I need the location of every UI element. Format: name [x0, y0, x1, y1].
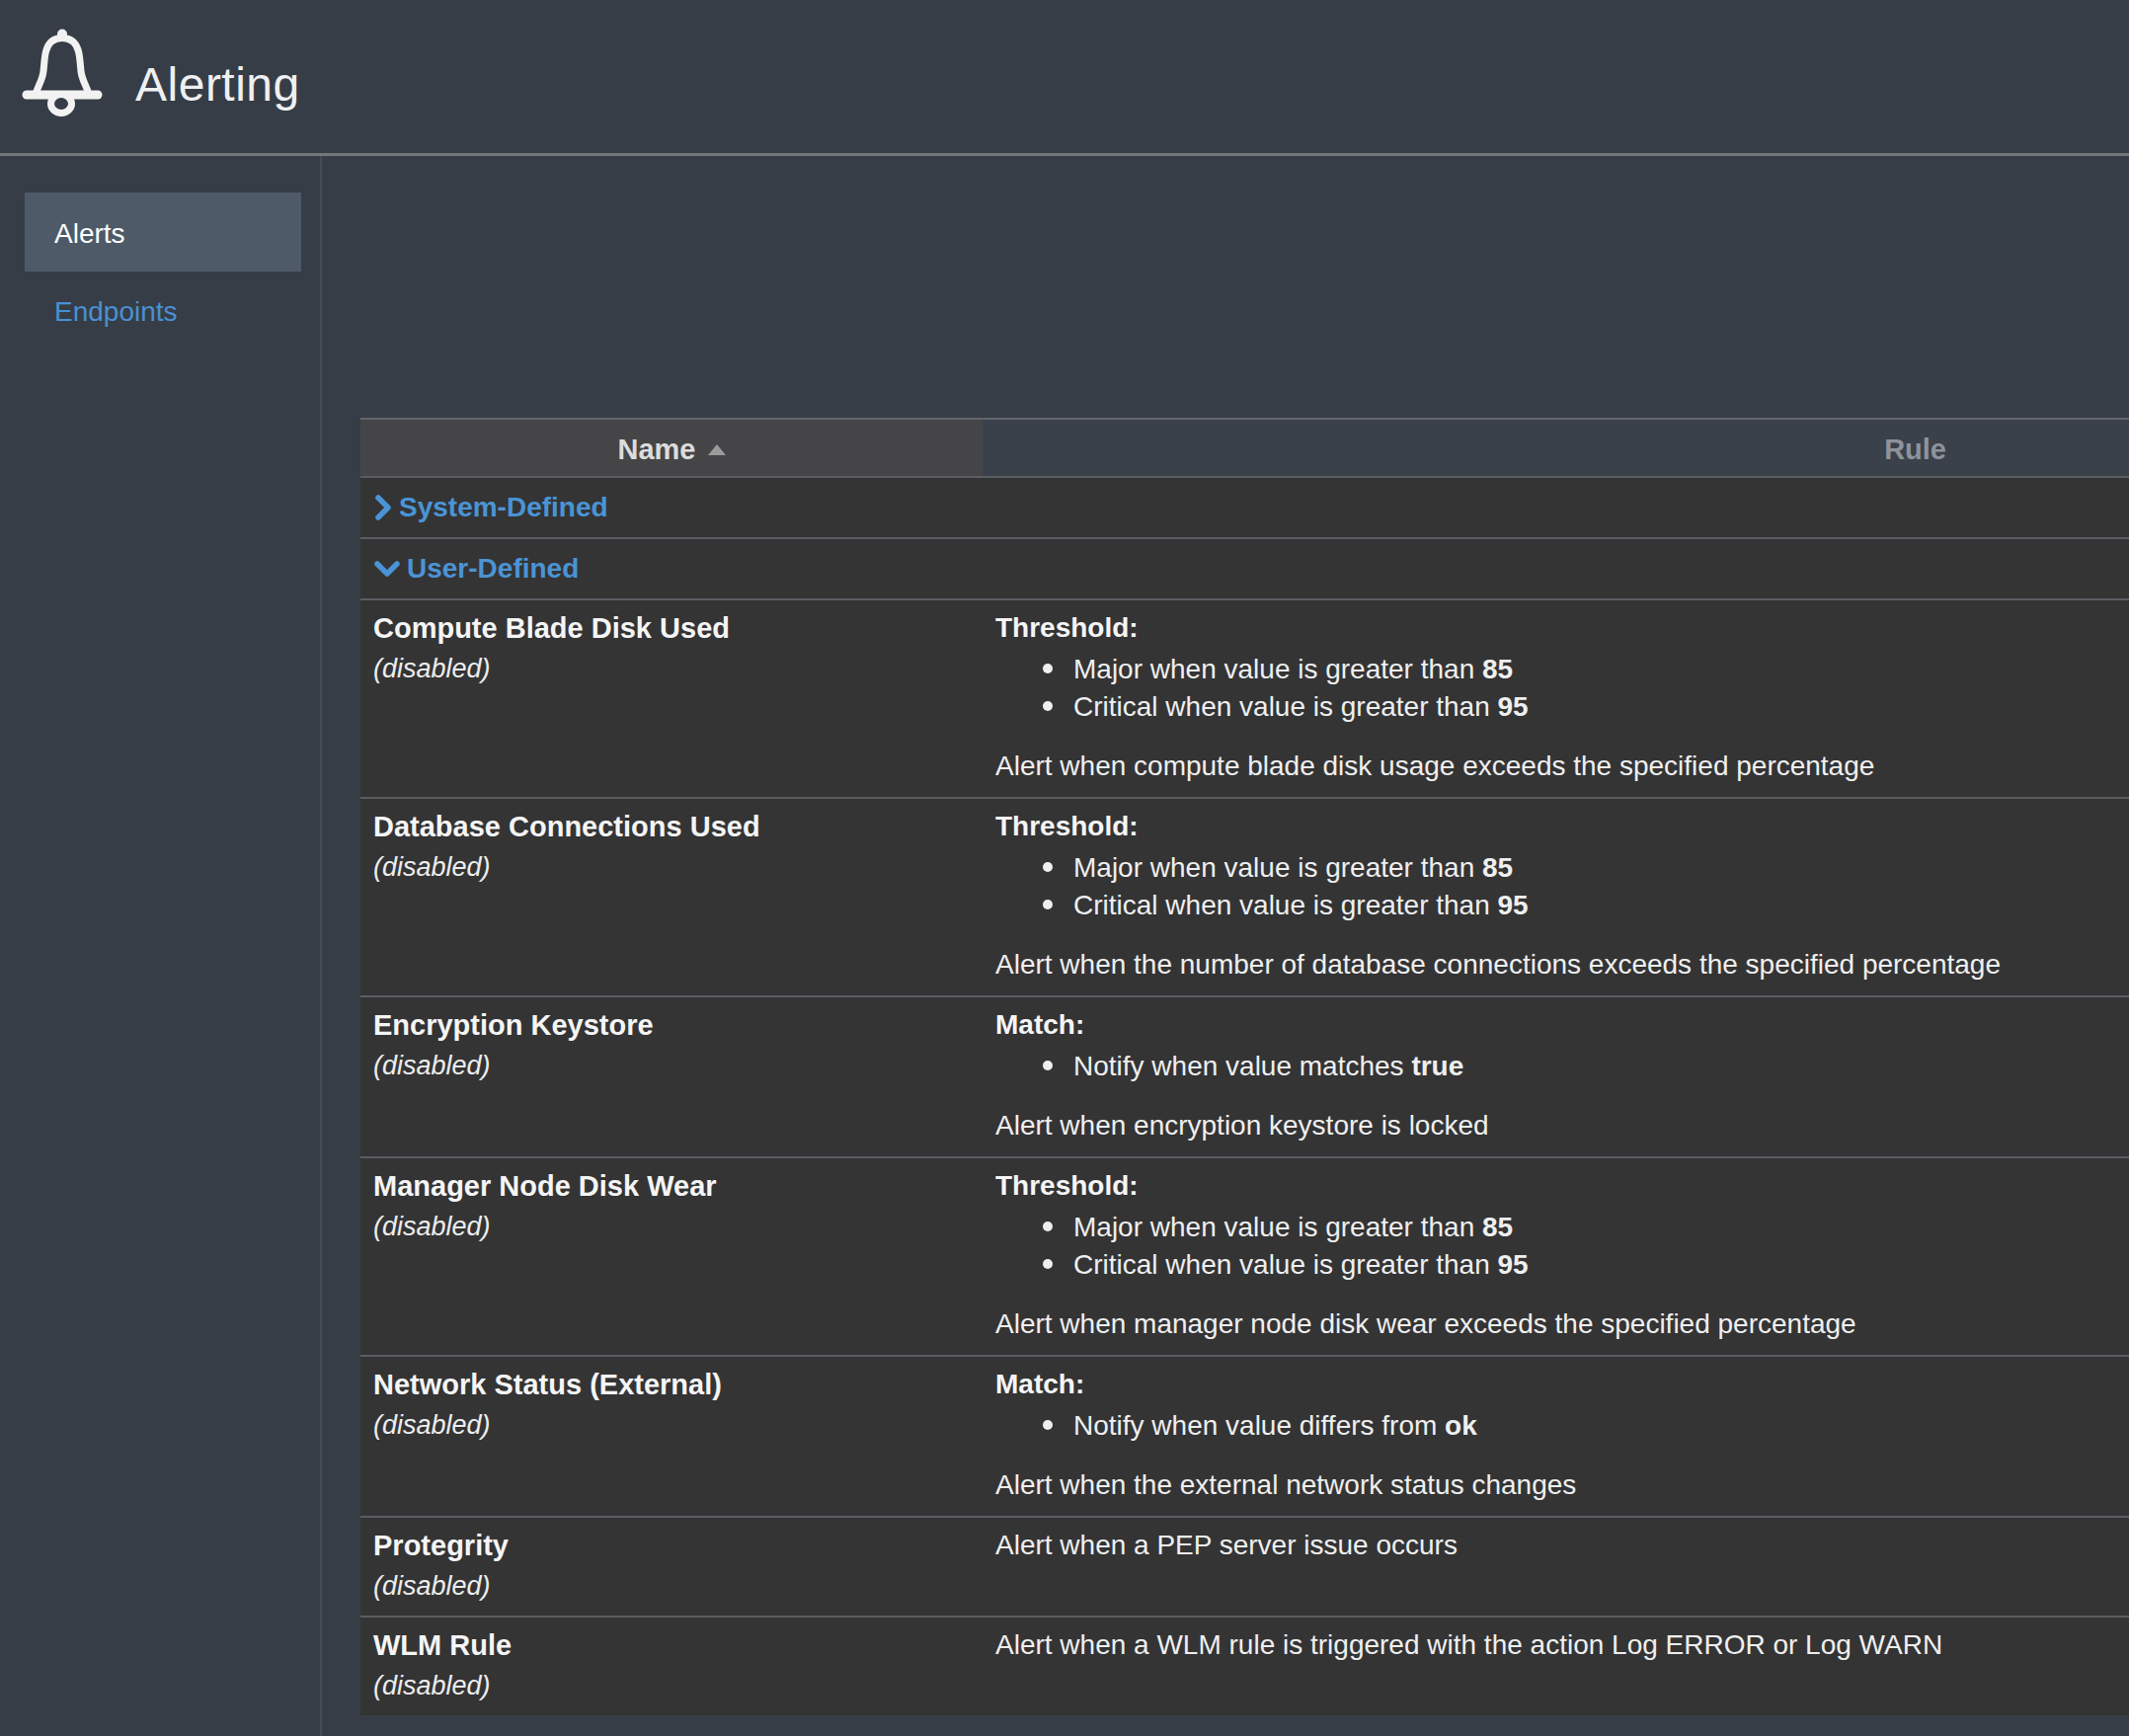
alert-name: Database Connections Used — [373, 807, 973, 846]
section-row-system-defined[interactable]: System-Defined — [360, 478, 2129, 537]
rule-summary: Alert when the number of database connec… — [995, 946, 2099, 984]
rule-type-label: Threshold: — [995, 807, 2099, 846]
chevron-right-icon — [373, 494, 393, 521]
sidebar-item-label: Alerts — [54, 218, 125, 250]
alert-rule-cell: Threshold:Major when value is greater th… — [983, 1158, 2129, 1355]
table-row[interactable]: Network Status (External)(disabled)Match… — [360, 1357, 2129, 1516]
alert-status: (disabled) — [373, 648, 973, 689]
rule-condition: Major when value is greater than 85 — [995, 849, 2099, 887]
alert-status: (disabled) — [373, 1404, 973, 1446]
alert-status: (disabled) — [373, 1045, 973, 1086]
alert-name-cell: Database Connections Used(disabled) — [360, 799, 983, 995]
sidebar-divider — [320, 156, 322, 1736]
rule-conditions: Major when value is greater than 85Criti… — [995, 849, 2099, 924]
table-row[interactable]: Compute Blade Disk Used(disabled)Thresho… — [360, 600, 2129, 797]
rule-type-label: Match: — [995, 1365, 2099, 1404]
alert-status: (disabled) — [373, 846, 973, 888]
table-row[interactable]: Database Connections Used(disabled)Thres… — [360, 799, 2129, 995]
rule-condition: Major when value is greater than 85 — [995, 651, 2099, 688]
rule-condition: Notify when value matches true — [995, 1048, 2099, 1085]
table-row[interactable]: WLM Rule(disabled) Alert when a WLM rule … — [360, 1618, 2129, 1715]
sidebar-item-label: Endpoints — [54, 296, 178, 327]
rule-summary: Alert when compute blade disk usage exce… — [995, 748, 2099, 785]
table-body: System-Defined User-Defined Compute Blade … — [360, 478, 2129, 1715]
section-label: System-Defined — [399, 492, 608, 523]
bell-icon — [22, 28, 103, 128]
alert-rule-cell: Alert when a PEP server issue occurs — [983, 1518, 2129, 1616]
rule-summary: Alert when the external network status c… — [995, 1466, 2099, 1504]
rule-summary: Alert when a WLM rule is triggered with … — [995, 1625, 2099, 1665]
alert-rule-cell: Match:Notify when value differs from ok A… — [983, 1357, 2129, 1516]
column-header-rule[interactable]: Rule — [983, 420, 2129, 476]
rule-summary: Alert when manager node disk wear exceed… — [995, 1305, 2099, 1343]
alert-status: (disabled) — [373, 1665, 973, 1706]
alert-rule-cell: Threshold:Major when value is greater th… — [983, 600, 2129, 797]
table-header: Name Rule — [360, 420, 2129, 476]
sidebar-item-endpoints[interactable]: Endpoints — [54, 296, 178, 328]
rule-condition: Major when value is greater than 85 — [995, 1209, 2099, 1246]
alert-name-cell: Network Status (External)(disabled) — [360, 1357, 983, 1516]
section-label: User-Defined — [407, 553, 579, 585]
alert-name: Network Status (External) — [373, 1365, 973, 1404]
table-row[interactable]: Encryption Keystore(disabled)Match:Notif… — [360, 997, 2129, 1156]
alert-rule-cell: Threshold:Major when value is greater th… — [983, 799, 2129, 995]
table-row[interactable]: Protegrity(disabled) Alert when a PEP ser… — [360, 1518, 2129, 1616]
column-header-name-label: Name — [618, 434, 696, 466]
column-header-name[interactable]: Name — [360, 420, 983, 476]
rule-conditions: Major when value is greater than 85Criti… — [995, 651, 2099, 726]
rule-condition: Critical when value is greater than 95 — [995, 688, 2099, 726]
alert-name-cell: Protegrity(disabled) — [360, 1518, 983, 1616]
rule-conditions: Notify when value matches true — [995, 1048, 2099, 1085]
alert-name-cell: WLM Rule(disabled) — [360, 1618, 983, 1715]
rule-conditions: Major when value is greater than 85Criti… — [995, 1209, 2099, 1284]
sidebar: Alerts Endpoints — [0, 156, 320, 1736]
rule-type-label: Threshold: — [995, 1166, 2099, 1206]
alert-name: WLM Rule — [373, 1625, 973, 1665]
alert-status: (disabled) — [373, 1565, 973, 1607]
rule-type-label: Match: — [995, 1005, 2099, 1045]
table-row[interactable]: Manager Node Disk Wear(disabled)Threshol… — [360, 1158, 2129, 1355]
rule-conditions: Notify when value differs from ok — [995, 1407, 2099, 1445]
sidebar-item-alerts[interactable]: Alerts — [25, 193, 301, 272]
section-row-user-defined[interactable]: User-Defined — [360, 539, 2129, 598]
alert-name-cell: Compute Blade Disk Used(disabled) — [360, 600, 983, 797]
sort-asc-icon — [708, 444, 726, 455]
rule-type-label: Threshold: — [995, 608, 2099, 648]
rule-condition: Critical when value is greater than 95 — [995, 1246, 2099, 1284]
alert-name: Manager Node Disk Wear — [373, 1166, 973, 1206]
alert-name: Protegrity — [373, 1526, 973, 1565]
alert-name-cell: Manager Node Disk Wear(disabled) — [360, 1158, 983, 1355]
rule-condition: Notify when value differs from ok — [995, 1407, 2099, 1445]
rule-summary: Alert when encryption keystore is locked — [995, 1107, 2099, 1144]
alert-rule-cell: Alert when a WLM rule is triggered with … — [983, 1618, 2129, 1715]
alert-name: Encryption Keystore — [373, 1005, 973, 1045]
alerts-table: Name Rule System-Defined User-Defined Comp… — [360, 418, 2129, 1715]
column-header-rule-label: Rule — [1884, 434, 1946, 466]
chevron-down-icon — [373, 559, 401, 579]
alert-rule-cell: Match:Notify when value matches true Aler… — [983, 997, 2129, 1156]
alert-status: (disabled) — [373, 1206, 973, 1247]
rule-summary: Alert when a PEP server issue occurs — [995, 1526, 2099, 1565]
alert-name: Compute Blade Disk Used — [373, 608, 973, 648]
app-header: Alerting — [0, 0, 2129, 153]
page-title: Alerting — [135, 57, 300, 112]
alert-name-cell: Encryption Keystore(disabled) — [360, 997, 983, 1156]
rule-condition: Critical when value is greater than 95 — [995, 887, 2099, 924]
